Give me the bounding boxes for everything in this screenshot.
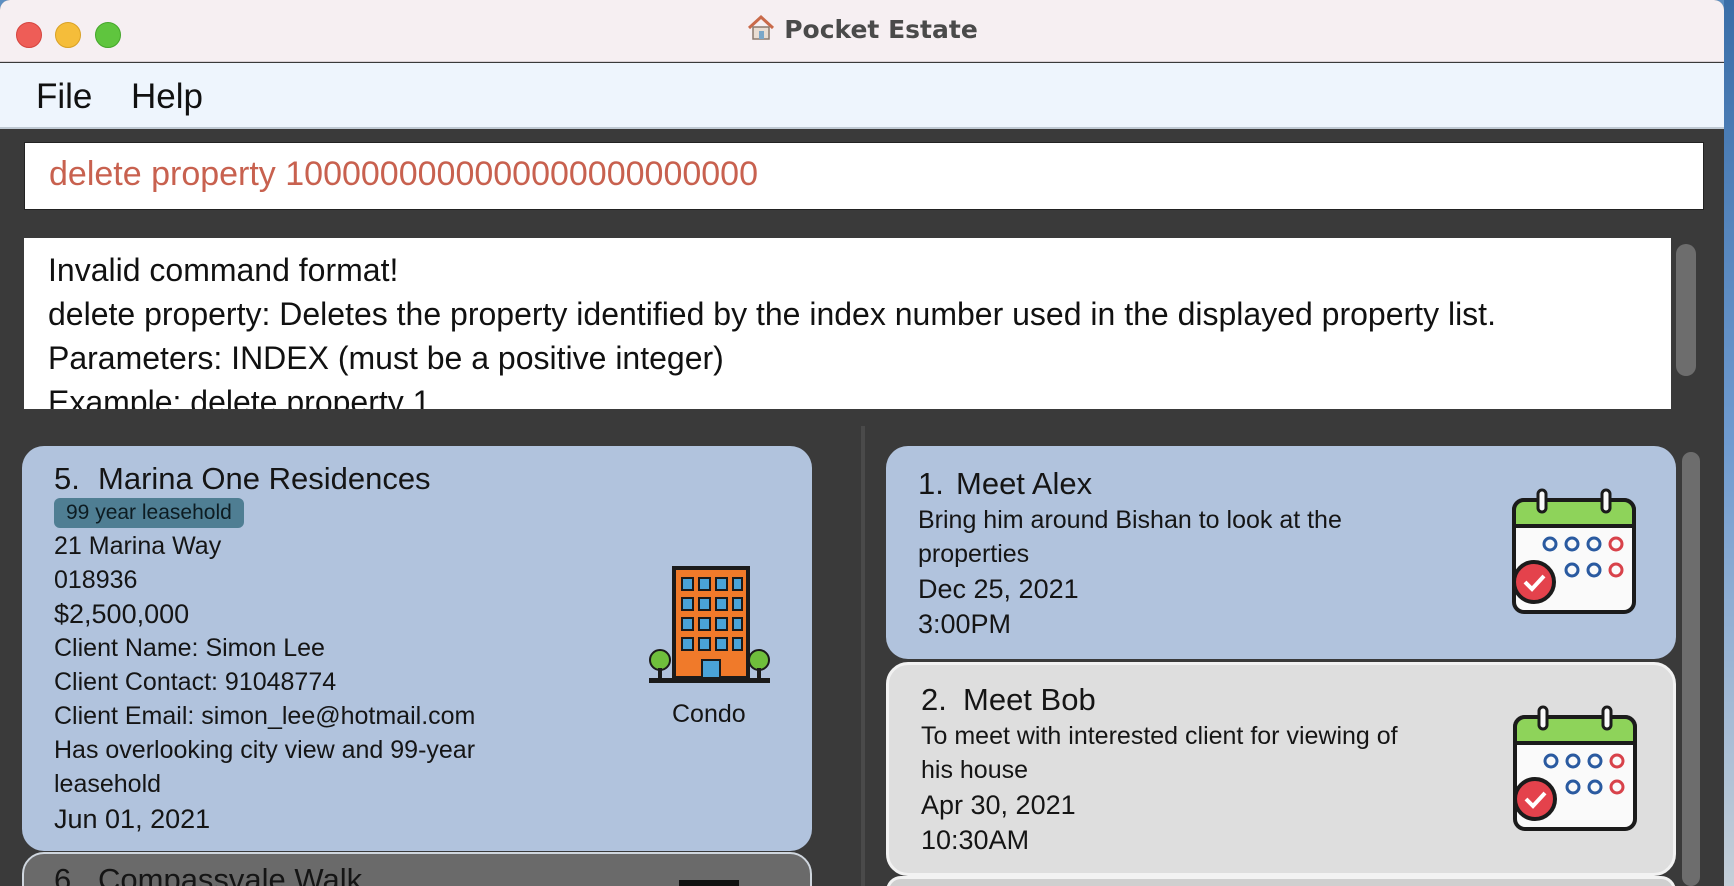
- client-name: Client Name: Simon Lee: [54, 634, 325, 662]
- appointment-name: Meet Bob: [963, 682, 1096, 717]
- result-line: Parameters: INDEX (must be a positive in…: [48, 340, 724, 376]
- property-type-label: Condo: [672, 700, 746, 728]
- menu-bar: File Help: [0, 63, 1724, 129]
- app-window: Pocket Estate File Help delete property …: [0, 0, 1724, 886]
- appointment-time: 3:00PM: [918, 609, 1012, 639]
- property-price: $2,500,000: [54, 599, 190, 629]
- appointment-scrollbar[interactable]: [1682, 452, 1700, 886]
- property-remark: Has overlooking city view and 99-year: [54, 736, 476, 764]
- appointment-remark: properties: [918, 540, 1030, 568]
- command-input[interactable]: delete property 100000000000000000000000…: [24, 142, 1704, 210]
- property-name: Marina One Residences: [98, 461, 431, 496]
- appointment-time: 10:30AM: [921, 825, 1030, 855]
- command-input-text: delete property 100000000000000000000000…: [49, 155, 758, 193]
- house-icon: [748, 14, 775, 40]
- result-line: Example: delete property 1: [48, 384, 431, 409]
- result-scrollbar[interactable]: [1676, 244, 1696, 376]
- property-index: 6.: [54, 862, 80, 886]
- appointment-remark: his house: [921, 756, 1029, 784]
- title-bar: Pocket Estate: [0, 0, 1724, 62]
- property-index: 5.: [54, 461, 80, 496]
- window-title: Pocket Estate: [784, 15, 978, 44]
- property-address: 21 Marina Way: [54, 532, 222, 560]
- property-tag: 99 year leasehold: [54, 498, 244, 528]
- appointment-index: 2.: [921, 682, 947, 717]
- desktop-background: [1724, 0, 1734, 886]
- result-line: delete property: Deletes the property id…: [48, 296, 1496, 332]
- property-card[interactable]: 5. Marina One Residences 99 year leaseho…: [22, 446, 812, 851]
- result-line: Invalid command format!: [48, 252, 399, 288]
- appointment-card[interactable]: 1. Meet Alex Bring him around Bishan to …: [886, 446, 1676, 659]
- result-display: Invalid command format! delete property:…: [24, 238, 1671, 409]
- property-deadline: Jun 01, 2021: [54, 804, 211, 834]
- appointment-date: Dec 25, 2021: [918, 574, 1079, 604]
- appointment-name: Meet Alex: [956, 466, 1093, 501]
- property-card[interactable]: 6. Compassvale Walk: [22, 852, 812, 886]
- property-name: Compassvale Walk: [98, 862, 363, 886]
- appointment-card[interactable]: [886, 876, 1676, 886]
- window-title-area: Pocket Estate: [0, 14, 1724, 44]
- menu-help[interactable]: Help: [131, 77, 203, 117]
- calendar-icon: [1512, 488, 1636, 614]
- property-postal: 018936: [54, 566, 138, 594]
- panel-divider[interactable]: [861, 426, 865, 886]
- appointment-remark: To meet with interested client for viewi…: [921, 722, 1398, 750]
- client-email: Client Email: simon_lee@hotmail.com: [54, 702, 476, 730]
- calendar-icon: [1513, 705, 1637, 831]
- appointment-date: Apr 30, 2021: [921, 790, 1076, 820]
- condo-building-icon: [649, 566, 770, 683]
- property-type-icon-partial: [679, 880, 739, 886]
- appointment-index: 1.: [918, 466, 944, 501]
- appointment-card[interactable]: 2. Meet Bob To meet with interested clie…: [886, 662, 1676, 876]
- property-remark: leasehold: [54, 770, 162, 798]
- menu-file[interactable]: File: [36, 77, 92, 117]
- client-contact: Client Contact: 91048774: [54, 668, 337, 696]
- appointment-remark: Bring him around Bishan to look at the: [918, 506, 1342, 534]
